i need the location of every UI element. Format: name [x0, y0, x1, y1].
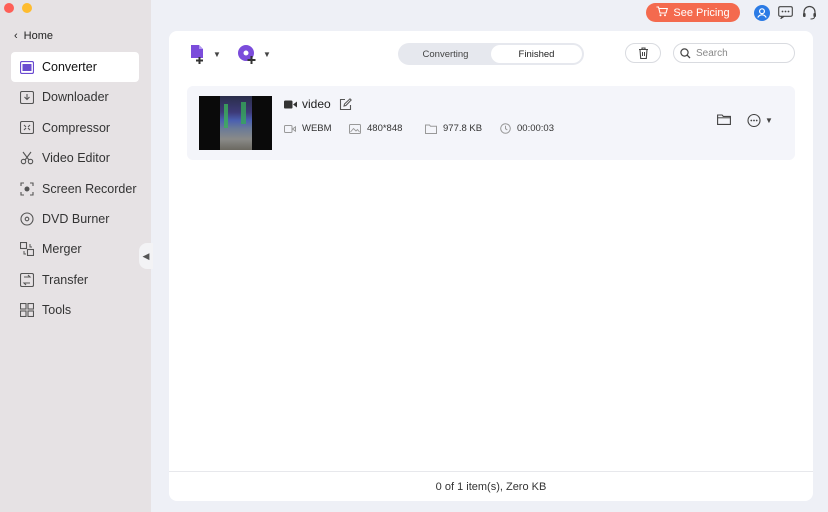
messages-button[interactable]	[777, 4, 794, 21]
file-size: 977.8 KB	[443, 123, 483, 134]
sidebar-item-downloader[interactable]: Downloader	[11, 82, 139, 112]
more-options-icon	[747, 114, 761, 127]
transfer-icon	[19, 272, 34, 287]
headset-icon	[803, 5, 816, 20]
sidebar-item-label: Transfer	[42, 272, 89, 287]
window-controls	[4, 3, 32, 13]
screen-recorder-icon	[19, 181, 34, 196]
sidebar-item-label: DVD Burner	[42, 211, 110, 226]
home-label: Home	[23, 30, 54, 42]
edit-icon	[339, 97, 352, 110]
merger-icon	[19, 242, 34, 257]
add-dvd-icon	[238, 45, 256, 64]
file-format: WEBM	[302, 123, 332, 134]
account-button[interactable]	[753, 4, 770, 21]
file-resolution: 480*848	[367, 123, 403, 134]
file-duration: 00:00:03	[517, 123, 554, 134]
trash-icon	[638, 47, 648, 59]
sidebar-item-label: Converter	[42, 60, 97, 74]
scissors-icon	[19, 151, 34, 166]
home-link[interactable]: ‹ Home	[14, 30, 53, 42]
chevron-down-icon: ▼	[765, 116, 773, 125]
rename-button[interactable]	[339, 97, 352, 111]
folder-size-icon	[425, 124, 437, 134]
sidebar-item-label: Screen Recorder	[42, 181, 137, 196]
sidebar: ‹ Home Converter Downloader Compressor V…	[0, 0, 151, 512]
sidebar-item-transfer[interactable]: Transfer	[11, 265, 139, 295]
dvd-icon	[19, 211, 34, 226]
chevron-left-icon: ‹	[14, 30, 18, 42]
sidebar-item-merger[interactable]: Merger	[11, 234, 139, 264]
more-options-button[interactable]: ▼	[747, 114, 773, 127]
file-title: video	[284, 97, 352, 111]
file-item-card[interactable]: video WEBM 480*848 977.8 KB 00:00:03 ▼	[187, 86, 795, 160]
sidebar-item-screen-recorder[interactable]: Screen Recorder	[11, 174, 139, 204]
user-avatar-icon	[753, 4, 770, 21]
thumbnail-frame	[220, 96, 252, 150]
search-input[interactable]	[696, 47, 786, 59]
sidebar-nav: Converter Downloader Compressor Video Ed…	[11, 52, 139, 326]
sidebar-item-converter[interactable]: Converter	[11, 52, 139, 82]
sidebar-item-label: Tools	[42, 303, 72, 318]
video-camera-icon	[284, 100, 297, 108]
add-from-device-button[interactable]: ▼	[237, 43, 271, 65]
image-resolution-icon	[349, 123, 361, 134]
message-icon	[778, 6, 793, 19]
tools-icon	[19, 303, 34, 318]
see-pricing-label: See Pricing	[673, 6, 730, 19]
clock-icon	[500, 123, 511, 134]
delete-button[interactable]	[625, 43, 661, 63]
file-metadata: WEBM 480*848 977.8 KB 00:00:03	[284, 123, 554, 134]
item-count-status: 0 of 1 item(s), Zero KB	[435, 480, 547, 493]
sidebar-item-label: Video Editor	[42, 151, 110, 166]
downloader-icon	[19, 90, 34, 105]
minimize-window-button[interactable]	[22, 3, 32, 13]
status-bar: 0 of 1 item(s), Zero KB	[169, 471, 813, 501]
video-thumbnail[interactable]	[199, 96, 272, 150]
sidebar-item-label: Downloader	[42, 90, 109, 105]
cart-icon	[656, 5, 669, 20]
add-file-icon	[191, 45, 203, 64]
main-panel: ▼ ▼ Converting Finished video WEBM	[169, 31, 813, 501]
chevron-down-icon: ▼	[263, 49, 271, 59]
support-button[interactable]	[801, 4, 818, 21]
search-box	[673, 43, 795, 63]
sidebar-item-compressor[interactable]: Compressor	[11, 113, 139, 143]
open-folder-button[interactable]	[717, 114, 731, 125]
duration-meta: 00:00:03	[500, 123, 554, 134]
format-meta: WEBM	[284, 123, 349, 134]
folder-icon	[717, 114, 731, 125]
collapse-sidebar-button[interactable]: ◀	[139, 243, 153, 269]
chevron-down-icon: ▼	[213, 49, 221, 59]
sidebar-item-label: Compressor	[42, 120, 111, 135]
tab-converting[interactable]: Converting	[400, 45, 491, 63]
size-meta: 977.8 KB	[425, 123, 500, 134]
resolution-meta: 480*848	[349, 123, 425, 134]
tab-finished[interactable]: Finished	[491, 45, 582, 63]
compressor-icon	[19, 120, 34, 135]
chevron-left-icon: ◀	[142, 250, 150, 261]
converter-icon	[19, 60, 34, 75]
sidebar-item-video-editor[interactable]: Video Editor	[11, 143, 139, 173]
add-files-button[interactable]: ▼	[189, 43, 221, 65]
status-tabs: Converting Finished	[398, 43, 584, 65]
sidebar-item-label: Merger	[42, 242, 82, 257]
close-window-button[interactable]	[4, 3, 14, 13]
video-format-icon	[284, 124, 296, 133]
search-icon	[680, 47, 691, 58]
see-pricing-button[interactable]: See Pricing	[646, 3, 740, 22]
file-name: video	[302, 97, 331, 111]
sidebar-item-tools[interactable]: Tools	[11, 295, 139, 325]
sidebar-item-dvd-burner[interactable]: DVD Burner	[11, 204, 139, 234]
